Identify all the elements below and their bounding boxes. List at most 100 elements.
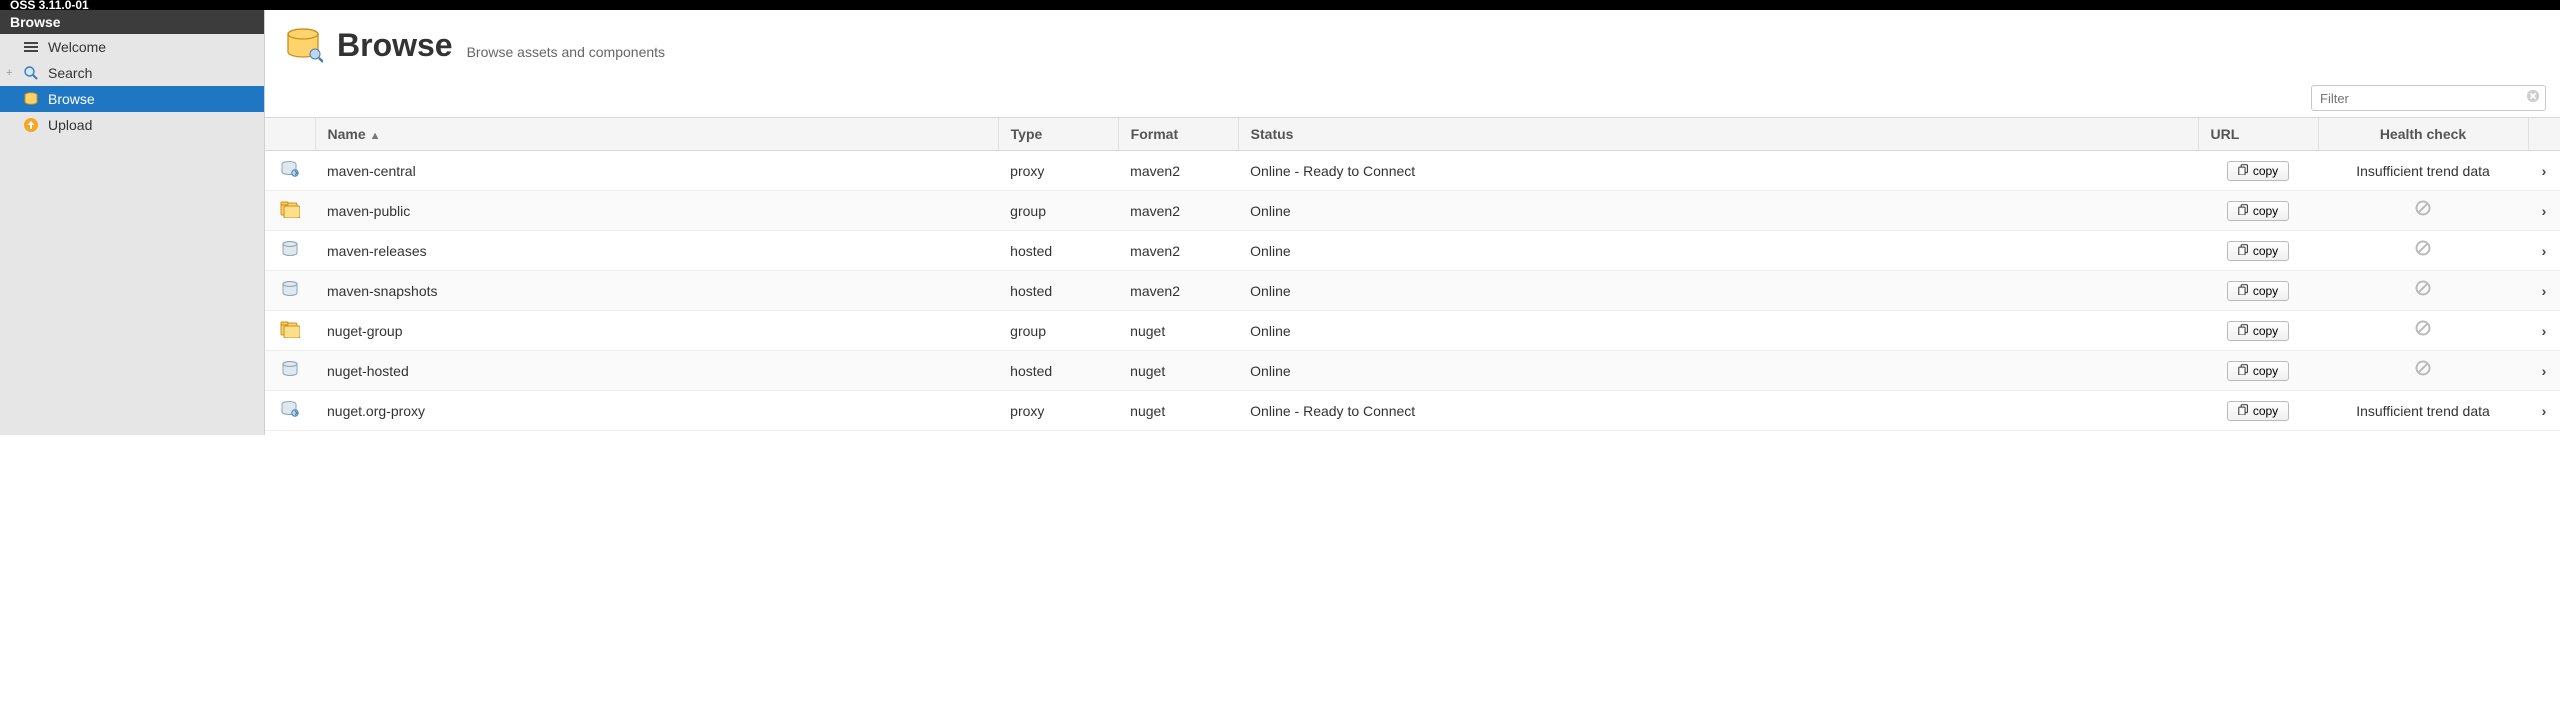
sidebar-item-label: Browse — [48, 91, 95, 107]
cell-name: nuget-hosted — [315, 351, 998, 391]
cell-name: nuget-group — [315, 311, 998, 351]
table-row[interactable]: maven-snapshots hosted maven2 Online cop… — [265, 271, 2560, 311]
repositories-table: Name▲ Type Format Status URL Health chec… — [265, 117, 2560, 431]
chevron-right-icon[interactable]: › — [2542, 163, 2547, 179]
cell-format: nuget — [1118, 391, 1238, 431]
table-row[interactable]: maven-releases hosted maven2 Online copy… — [265, 231, 2560, 271]
cell-health: Insufficient trend data — [2318, 151, 2528, 191]
col-status[interactable]: Status — [1238, 118, 2198, 151]
col-name[interactable]: Name▲ — [315, 118, 998, 151]
filter-input[interactable] — [2311, 85, 2546, 111]
table-row[interactable]: nuget.org-proxy proxy nuget Online - Rea… — [265, 391, 2560, 431]
search-icon — [22, 64, 40, 82]
upload-icon — [22, 116, 40, 134]
copy-label: copy — [2253, 364, 2278, 378]
chevron-right-icon[interactable]: › — [2542, 243, 2547, 259]
content-area: Browse Browse assets and components — [265, 10, 2560, 435]
expand-icon[interactable]: + — [6, 67, 12, 79]
page-header: Browse Browse assets and components — [265, 10, 2560, 85]
cell-health: Insufficient trend data — [2318, 391, 2528, 431]
repo-group-icon — [280, 320, 300, 338]
col-url[interactable]: URL — [2198, 118, 2318, 151]
cell-type: proxy — [998, 391, 1118, 431]
copy-url-button[interactable]: copy — [2227, 161, 2289, 181]
health-na-icon — [2415, 363, 2431, 380]
copy-icon — [2238, 324, 2249, 338]
repo-hosted-icon — [280, 280, 300, 298]
cell-health — [2318, 271, 2528, 311]
cell-health — [2318, 231, 2528, 271]
cell-format: maven2 — [1118, 191, 1238, 231]
cell-format: maven2 — [1118, 151, 1238, 191]
chevron-right-icon[interactable]: › — [2542, 403, 2547, 419]
table-row[interactable]: nuget-group group nuget Online copy › — [265, 311, 2560, 351]
col-format[interactable]: Format — [1118, 118, 1238, 151]
cell-type: proxy — [998, 151, 1118, 191]
cell-status: Online — [1238, 311, 2198, 351]
repo-proxy-icon — [280, 400, 300, 418]
copy-url-button[interactable]: copy — [2227, 321, 2289, 341]
col-type[interactable]: Type — [998, 118, 1118, 151]
cell-health — [2318, 191, 2528, 231]
copy-url-button[interactable]: copy — [2227, 401, 2289, 421]
sidebar-item-welcome[interactable]: Welcome — [0, 34, 264, 60]
cell-type: hosted — [998, 351, 1118, 391]
col-expand — [2528, 118, 2560, 151]
repo-hosted-icon — [280, 240, 300, 258]
cell-format: maven2 — [1118, 231, 1238, 271]
sort-asc-icon: ▲ — [370, 130, 381, 142]
copy-url-button[interactable]: copy — [2227, 281, 2289, 301]
repo-hosted-icon — [280, 360, 300, 378]
copy-label: copy — [2253, 244, 2278, 258]
health-na-icon — [2415, 323, 2431, 340]
health-na-icon — [2415, 243, 2431, 260]
cell-format: nuget — [1118, 311, 1238, 351]
cell-health — [2318, 351, 2528, 391]
sidebar-header: Browse — [0, 10, 264, 34]
cell-health — [2318, 311, 2528, 351]
copy-icon — [2238, 284, 2249, 298]
copy-url-button[interactable]: copy — [2227, 201, 2289, 221]
sidebar-item-label: Search — [48, 65, 92, 81]
col-health[interactable]: Health check — [2318, 118, 2528, 151]
cell-name: nuget.org-proxy — [315, 391, 998, 431]
sidebar-item-label: Welcome — [48, 39, 106, 55]
copy-url-button[interactable]: copy — [2227, 361, 2289, 381]
chevron-right-icon[interactable]: › — [2542, 323, 2547, 339]
sidebar-item-label: Upload — [48, 117, 92, 133]
cell-status: Online — [1238, 351, 2198, 391]
copy-icon — [2238, 204, 2249, 218]
copy-label: copy — [2253, 284, 2278, 298]
cell-status: Online — [1238, 231, 2198, 271]
browse-icon — [22, 90, 40, 108]
sidebar-item-upload[interactable]: Upload — [0, 112, 264, 138]
cell-type: group — [998, 311, 1118, 351]
copy-label: copy — [2253, 324, 2278, 338]
welcome-icon — [22, 38, 40, 56]
copy-url-button[interactable]: copy — [2227, 241, 2289, 261]
chevron-right-icon[interactable]: › — [2542, 363, 2547, 379]
cell-status: Online — [1238, 191, 2198, 231]
chevron-right-icon[interactable]: › — [2542, 203, 2547, 219]
cell-format: maven2 — [1118, 271, 1238, 311]
health-trend-label: Insufficient trend data — [2356, 403, 2490, 419]
table-row[interactable]: nuget-hosted hosted nuget Online copy › — [265, 351, 2560, 391]
sidebar-item-search[interactable]: + Search — [0, 60, 264, 86]
copy-icon — [2238, 364, 2249, 378]
cell-name: maven-snapshots — [315, 271, 998, 311]
clear-filter-icon[interactable] — [2526, 89, 2540, 107]
cell-type: hosted — [998, 271, 1118, 311]
col-icon — [265, 118, 315, 151]
sidebar-item-browse[interactable]: Browse — [0, 86, 264, 112]
page-subtitle: Browse assets and components — [467, 44, 665, 60]
cell-status: Online - Ready to Connect — [1238, 151, 2198, 191]
health-na-icon — [2415, 283, 2431, 300]
table-header-row: Name▲ Type Format Status URL Health chec… — [265, 118, 2560, 151]
table-row[interactable]: maven-central proxy maven2 Online - Read… — [265, 151, 2560, 191]
cell-format: nuget — [1118, 351, 1238, 391]
table-row[interactable]: maven-public group maven2 Online copy › — [265, 191, 2560, 231]
cell-name: maven-releases — [315, 231, 998, 271]
cell-name: maven-public — [315, 191, 998, 231]
chevron-right-icon[interactable]: › — [2542, 283, 2547, 299]
page-title: Browse — [337, 27, 453, 64]
